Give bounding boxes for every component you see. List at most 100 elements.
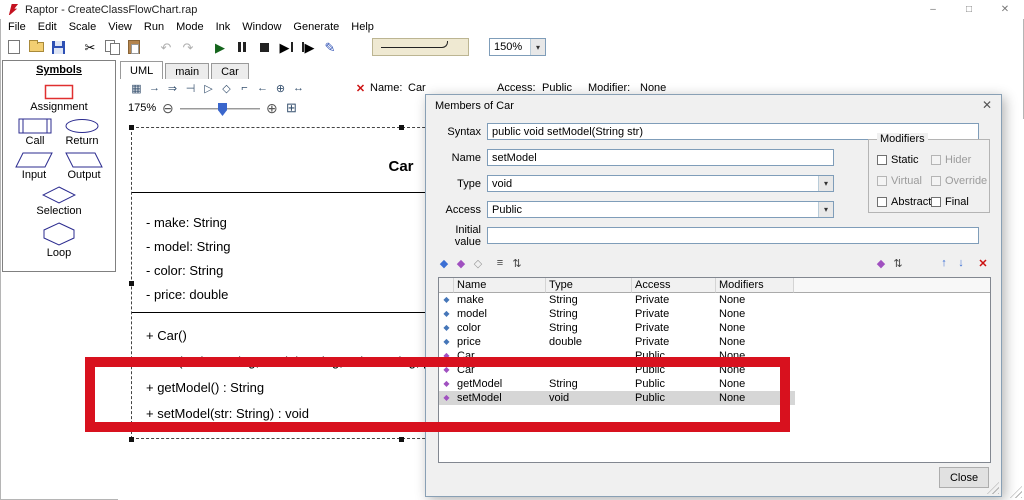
table-row[interactable]: ◆ price double Private None: [439, 335, 795, 349]
paste-button[interactable]: [123, 37, 145, 57]
uml-dependency-icon[interactable]: ⇒: [164, 80, 181, 96]
table-row[interactable]: ◆ model String Private None: [439, 307, 795, 321]
save-button[interactable]: [47, 37, 69, 57]
symbol-input[interactable]: Input: [15, 152, 53, 181]
remove-member-icon[interactable]: ◇: [470, 255, 486, 271]
class-name-value[interactable]: Car: [408, 82, 426, 94]
tab-car[interactable]: Car: [211, 63, 249, 79]
copy-button[interactable]: [101, 37, 123, 57]
class-access-value[interactable]: Public: [542, 82, 572, 94]
add-method-icon[interactable]: ◆: [453, 255, 469, 271]
menu-mode[interactable]: Mode: [170, 21, 210, 33]
output-shape-icon: [65, 152, 103, 168]
add-attribute-icon[interactable]: ◆: [436, 255, 452, 271]
uml-aggregation-icon[interactable]: ◇: [218, 80, 235, 96]
symbol-return[interactable]: Return: [64, 118, 100, 147]
class-modifier-label: Modifier:: [588, 82, 631, 94]
zoom-slider-handle[interactable]: [218, 103, 227, 116]
uml-connector-icon[interactable]: ⌐: [236, 80, 253, 96]
run-button[interactable]: ▶: [209, 37, 231, 57]
symbol-label: Output: [67, 169, 101, 181]
pen-button[interactable]: ✎: [319, 37, 341, 57]
dialog-close-button[interactable]: Close: [939, 467, 989, 488]
column-header-type[interactable]: Type: [546, 278, 632, 293]
menu-help[interactable]: Help: [345, 21, 380, 33]
stop-button[interactable]: [253, 37, 275, 57]
uml-association-icon[interactable]: →: [146, 80, 163, 96]
symbol-loop[interactable]: Loop: [43, 222, 75, 259]
redo-button[interactable]: ↷: [177, 37, 199, 57]
menu-edit[interactable]: Edit: [32, 21, 63, 33]
uml-bidirectional-icon[interactable]: ↔: [290, 80, 307, 96]
uml-reverse-arrow-icon[interactable]: ←: [254, 80, 271, 96]
menu-generate[interactable]: Generate: [287, 21, 345, 33]
access-select[interactable]: Public ▾: [487, 201, 834, 218]
menu-view[interactable]: View: [102, 21, 138, 33]
maximize-button[interactable]: □: [951, 0, 987, 18]
zoom-out-icon[interactable]: ⊖: [162, 100, 174, 117]
name-input[interactable]: setModel: [487, 149, 834, 166]
selection-handle[interactable]: [129, 281, 134, 286]
step-to-end-button[interactable]: ▶: [297, 37, 319, 57]
zoom-level-select[interactable]: 150% ▾: [489, 38, 546, 56]
delete-icon[interactable]: ✕: [352, 80, 369, 96]
symbol-output[interactable]: Output: [65, 152, 103, 181]
symbol-label: Assignment: [30, 101, 88, 113]
close-button[interactable]: ✕: [987, 0, 1023, 18]
type-select[interactable]: void ▾: [487, 175, 834, 192]
undo-button[interactable]: ↶: [155, 37, 177, 57]
menu-scale[interactable]: Scale: [63, 21, 103, 33]
zoom-in-icon[interactable]: ⊕: [266, 100, 278, 117]
checkbox-abstract[interactable]: Abstract: [877, 196, 931, 208]
column-header-name[interactable]: Name: [454, 278, 546, 293]
column-header-modifiers[interactable]: Modifiers: [716, 278, 794, 293]
chevron-down-icon[interactable]: ▾: [818, 202, 833, 217]
sort-icon[interactable]: ⇅: [890, 255, 906, 271]
move-down-icon[interactable]: ↓: [953, 255, 969, 271]
fit-to-window-icon[interactable]: ⊞: [286, 100, 297, 116]
class-modifier-value[interactable]: None: [640, 82, 666, 94]
dialog-close-icon[interactable]: ✕: [982, 98, 992, 112]
menu-ink[interactable]: Ink: [210, 21, 237, 33]
selection-handle[interactable]: [399, 125, 404, 130]
checkbox-icon: [931, 155, 941, 165]
symbol-call[interactable]: Call: [18, 118, 52, 147]
cut-button[interactable]: ✂: [79, 37, 101, 57]
tab-main[interactable]: main: [165, 63, 210, 79]
pause-button[interactable]: [231, 37, 253, 57]
open-file-button[interactable]: [25, 37, 47, 57]
menu-window[interactable]: Window: [236, 21, 287, 33]
uml-class-icon[interactable]: ▦: [128, 80, 145, 96]
move-up-icon[interactable]: ↑: [936, 255, 952, 271]
selection-handle[interactable]: [129, 437, 134, 442]
menu-file[interactable]: File: [2, 21, 32, 33]
menu-run[interactable]: Run: [138, 21, 170, 33]
selection-handle[interactable]: [399, 437, 404, 442]
tab-uml[interactable]: UML: [120, 61, 164, 79]
initial-value-input[interactable]: [487, 227, 979, 244]
selection-handle[interactable]: [129, 125, 134, 130]
step-to-end-icon: ▶: [301, 41, 315, 54]
chevron-down-icon[interactable]: ▾: [818, 176, 833, 191]
show-members-icon[interactable]: ◆: [873, 255, 889, 271]
chevron-down-icon[interactable]: ▾: [530, 39, 545, 55]
uml-inheritance-icon[interactable]: ▷: [200, 80, 217, 96]
reorder-icon[interactable]: ⇅: [509, 255, 525, 271]
dialog-title-bar[interactable]: Members of Car ✕: [426, 95, 1001, 117]
new-file-button[interactable]: [3, 37, 25, 57]
step-button[interactable]: ▶: [275, 37, 297, 57]
table-row[interactable]: ◆ make String Private None: [439, 293, 795, 307]
list-view-icon[interactable]: ≡: [492, 255, 508, 271]
delete-member-icon[interactable]: ✕: [975, 255, 991, 271]
uml-add-icon[interactable]: ⊕: [272, 80, 289, 96]
symbol-selection[interactable]: Selection: [36, 186, 82, 217]
ink-width-preview[interactable]: [372, 38, 469, 56]
checkbox-final[interactable]: Final: [931, 196, 969, 208]
checkbox-static[interactable]: Static: [877, 154, 919, 166]
table-row[interactable]: ◆ color String Private None: [439, 321, 795, 335]
zoom-slider[interactable]: [180, 103, 260, 116]
column-header-access[interactable]: Access: [632, 278, 716, 293]
symbol-assignment[interactable]: Assignment: [30, 84, 88, 113]
minimize-button[interactable]: –: [915, 0, 951, 18]
uml-realization-icon[interactable]: ⊣: [182, 80, 199, 96]
